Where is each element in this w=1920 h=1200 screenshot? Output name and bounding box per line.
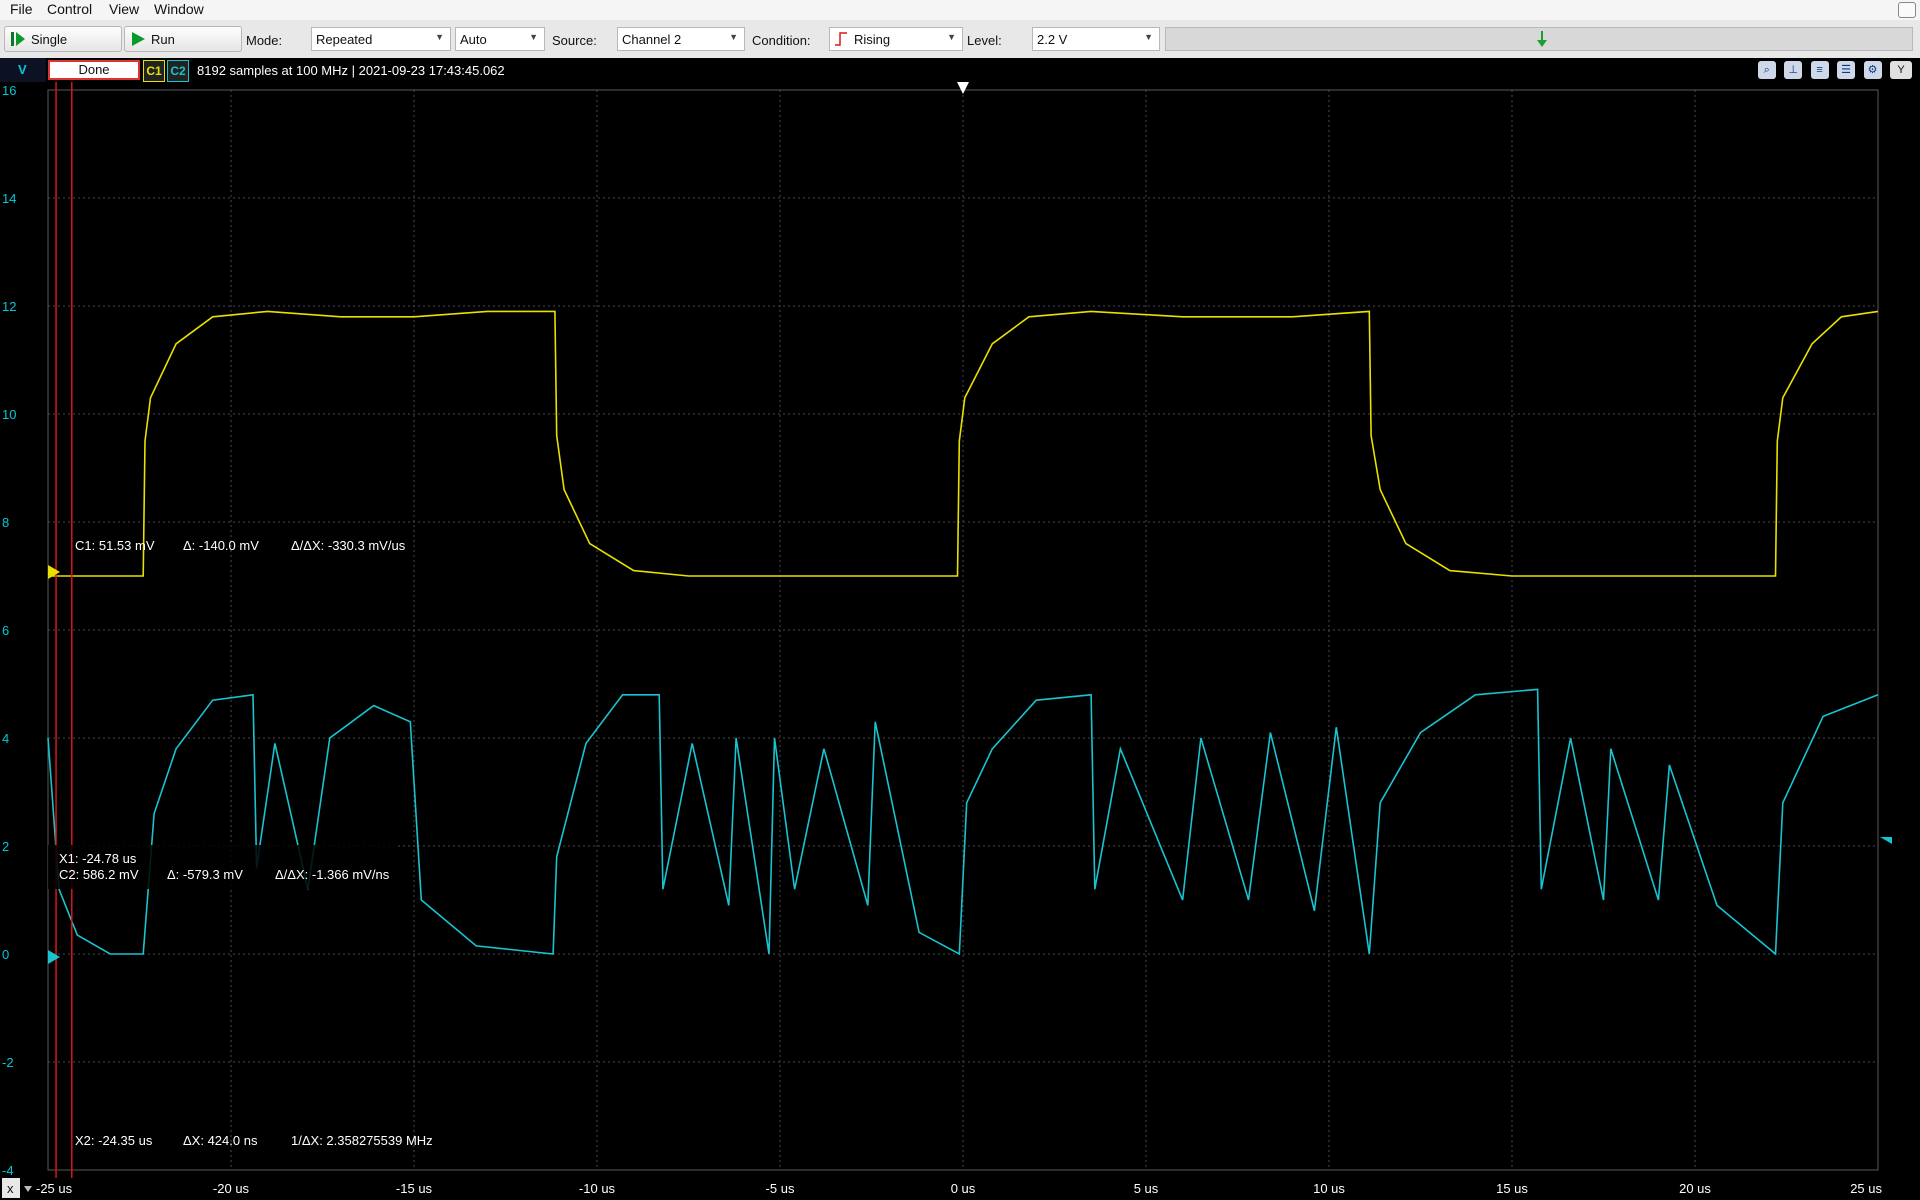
y-axis-button[interactable]: Y [1890, 61, 1912, 79]
condition-dropdown[interactable]: Rising ▼ [829, 27, 963, 51]
x-tick-label: 10 us [1313, 1181, 1345, 1196]
x-tick-label: 25 us [1850, 1181, 1882, 1196]
single-shot-icon [11, 32, 25, 46]
x-tick-label: -20 us [213, 1181, 250, 1196]
plot-background [0, 82, 1920, 1200]
cursor-tool-icon[interactable]: ⊥ [1784, 61, 1803, 79]
level-input[interactable]: 2.2 V ▼ [1032, 27, 1160, 51]
trigger-position-bar[interactable] [1165, 27, 1913, 51]
source-value: Channel 2 [622, 32, 682, 47]
menu-bar: File Control View Window [0, 0, 1920, 21]
source-dropdown[interactable]: Channel 2 ▼ [617, 27, 745, 51]
c1-delta-readout: Δ: -140.0 mV [183, 538, 259, 553]
y-tick-label: 16 [2, 83, 16, 98]
oscilloscope-plot[interactable]: 16 14 12 10 8 6 4 2 0 -2 -4 -25 us -20 us -15 us -10 … [0, 82, 1920, 1200]
channel1-tag[interactable]: C1 [143, 60, 165, 82]
channel2-tag[interactable]: C2 [167, 60, 189, 82]
menu-control[interactable]: Control [47, 1, 92, 17]
single-button[interactable]: Single [4, 26, 122, 52]
level-value: 2.2 V [1037, 32, 1068, 47]
frequency-readout: 1/ΔX: 2.358275539 MHz [291, 1133, 433, 1148]
delta-x-readout: ΔX: 424.0 ns [183, 1133, 258, 1148]
y-tick-label: 6 [2, 623, 9, 638]
plot-tools: ⌕ ⊥ ≡ ☰ ⚙ Y [1754, 60, 1912, 80]
y-axis-unit-box: V [0, 58, 46, 82]
x-tick-label: -15 us [396, 1181, 433, 1196]
y-tick-label: -2 [2, 1055, 14, 1070]
c2-slope-readout: Δ/ΔX: -1.366 mV/ns [275, 867, 390, 882]
y-tick-label: 12 [2, 299, 16, 314]
level-label: Level: [967, 33, 1002, 48]
chevron-down-icon: ▼ [529, 32, 538, 42]
source-label: Source: [552, 33, 597, 48]
x2-value-readout: X2: -24.35 us [75, 1133, 153, 1148]
x-tick-label: 0 us [951, 1181, 976, 1196]
menu-file[interactable]: File [10, 1, 33, 17]
auto-value: Auto [460, 32, 487, 47]
x-axis-menu-label: x [7, 1181, 14, 1196]
x-tick-label: 20 us [1679, 1181, 1711, 1196]
acquisition-info: 8192 samples at 100 MHz | 2021-09-23 17:… [197, 63, 505, 78]
condition-label: Condition: [752, 33, 811, 48]
chevron-down-icon: ▼ [947, 32, 956, 42]
x-tick-label: -25 us [36, 1181, 73, 1196]
chevron-down-icon: ▼ [729, 32, 738, 42]
condition-value: Rising [854, 32, 891, 47]
toolbar: Single Run Mode: Repeated ▼ Auto ▼ Sourc… [0, 20, 1920, 59]
window-restore-icon[interactable] [1898, 2, 1916, 18]
acquisition-state-badge: Done [48, 60, 140, 80]
chevron-down-icon: ▼ [1144, 32, 1153, 42]
single-button-label: Single [31, 32, 68, 47]
mode-value: Repeated [316, 32, 373, 47]
y-tick-label: 14 [2, 191, 16, 206]
x1-value-readout: X1: -24.78 us [59, 851, 137, 866]
c2-delta-readout: Δ: -579.3 mV [167, 867, 243, 882]
mode-dropdown[interactable]: Repeated ▼ [311, 27, 451, 51]
y-tick-label: -4 [2, 1163, 14, 1178]
rising-edge-icon [835, 32, 847, 46]
y-axis-unit: V [18, 62, 27, 77]
menu-window[interactable]: Window [154, 1, 204, 17]
c1-slope-readout: Δ/ΔX: -330.3 mV/us [291, 538, 406, 553]
measure-icon[interactable]: ≡ [1810, 61, 1829, 79]
x-tick-label: -5 us [766, 1181, 795, 1196]
list-icon[interactable]: ☰ [1837, 61, 1856, 79]
chevron-down-icon: ▼ [435, 32, 444, 42]
run-button[interactable]: Run [124, 26, 242, 52]
x-tick-label: -10 us [579, 1181, 616, 1196]
y-tick-label: 10 [2, 407, 16, 422]
arrow-down-icon [1537, 31, 1547, 47]
run-button-label: Run [151, 32, 175, 47]
y-tick-label: 2 [2, 839, 9, 854]
settings-icon[interactable]: ⚙ [1863, 61, 1882, 79]
c1-value-readout: C1: 51.53 mV [75, 538, 155, 553]
c2-value-readout: C2: 586.2 mV [59, 867, 139, 882]
zoom-icon[interactable]: ⌕ [1757, 61, 1776, 79]
y-tick-label: 4 [2, 731, 9, 746]
y-tick-label: 8 [2, 515, 9, 530]
x-tick-label: 15 us [1496, 1181, 1528, 1196]
y-tick-label: 0 [2, 947, 9, 962]
play-icon [132, 32, 145, 46]
mode-label: Mode: [246, 33, 283, 48]
auto-dropdown[interactable]: Auto ▼ [455, 27, 545, 51]
menu-view[interactable]: View [109, 1, 139, 17]
x-tick-label: 5 us [1134, 1181, 1159, 1196]
